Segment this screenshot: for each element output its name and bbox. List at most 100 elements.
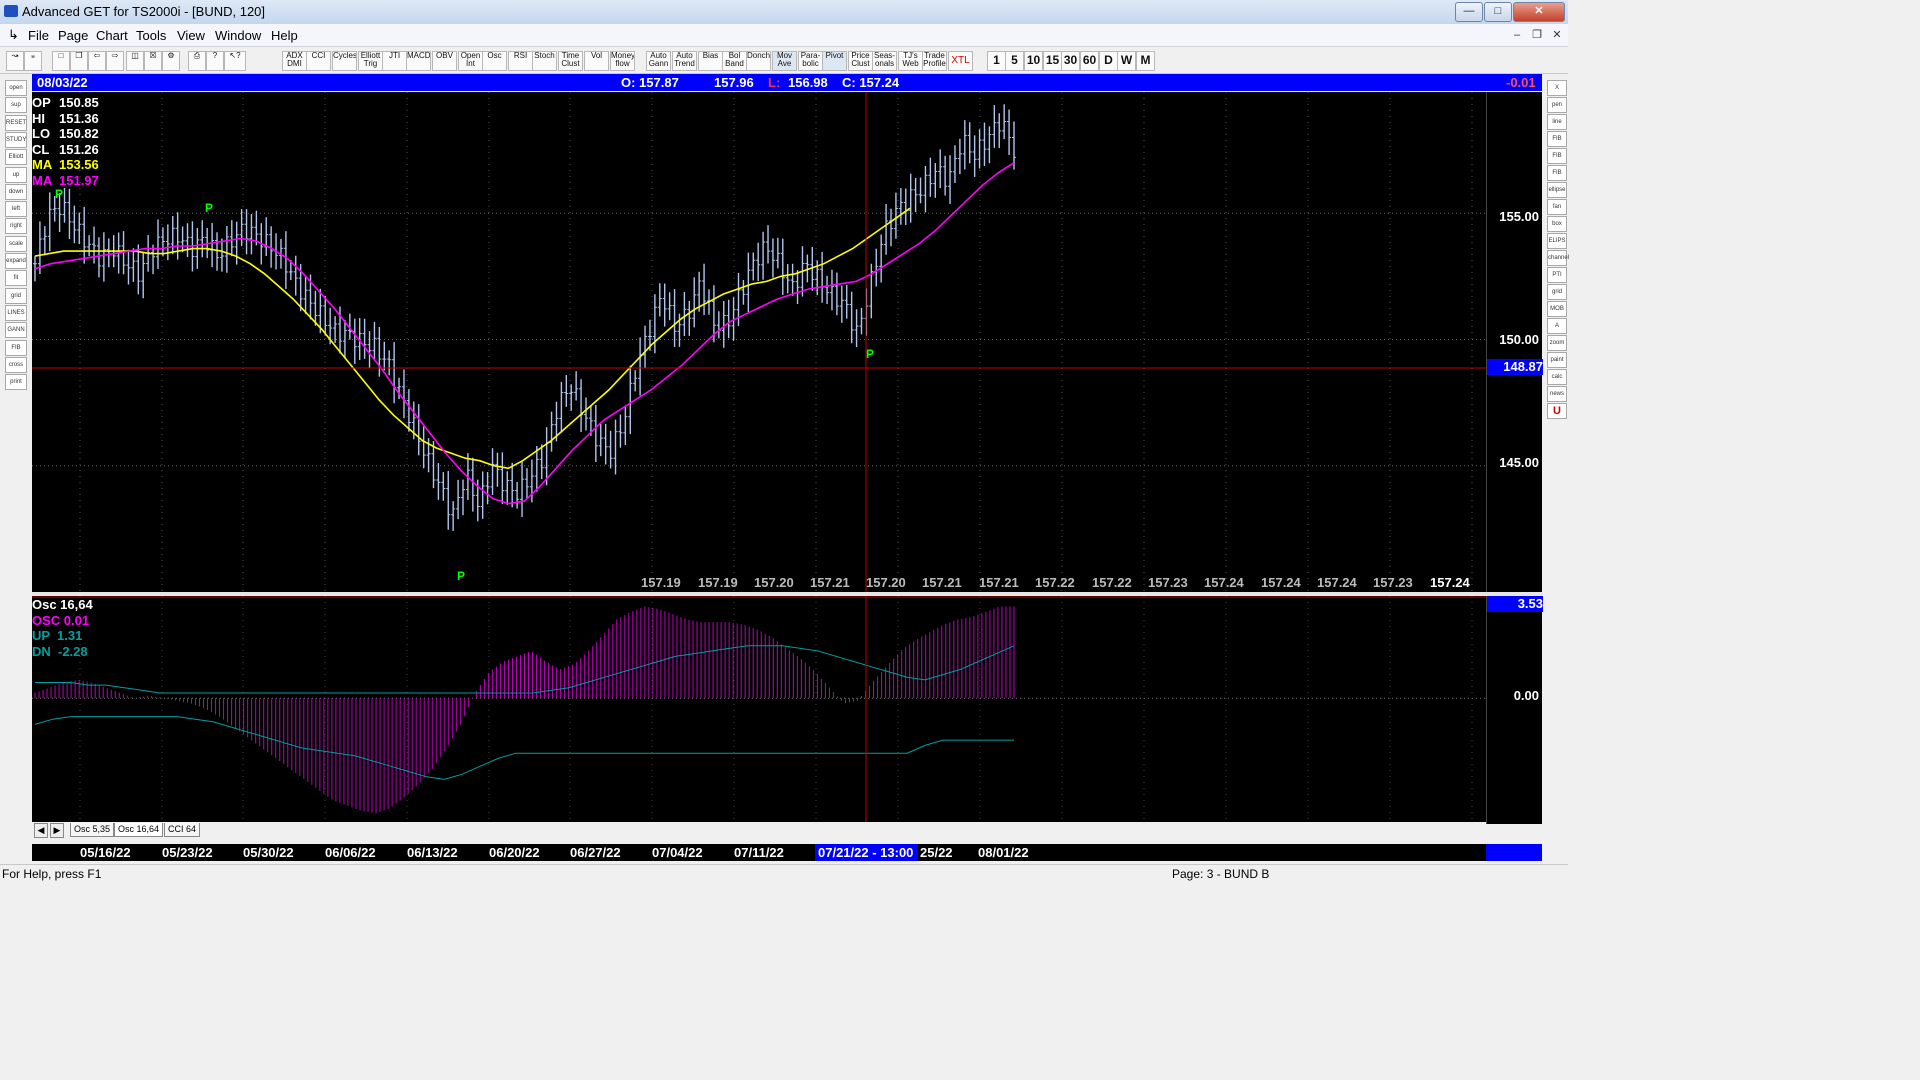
tool-expand-icon[interactable]: expand [5, 253, 27, 269]
tool-elliott-icon[interactable]: Elliott [5, 149, 27, 166]
study-button-pivot[interactable]: Pivot [822, 51, 847, 71]
interval-button-60[interactable]: 60 [1080, 51, 1099, 71]
tab-scroll-right-icon[interactable]: ▶ [50, 823, 64, 838]
interval-button-m[interactable]: M [1136, 51, 1155, 71]
interval-button-5[interactable]: 5 [1005, 51, 1024, 71]
draw-tool-mob-icon[interactable]: MOB [1547, 301, 1567, 317]
tool-fit-icon[interactable]: fit [5, 270, 27, 287]
tab-cci-64[interactable]: CCI 64 [164, 823, 201, 837]
pointer-icon[interactable]: ↝ [6, 51, 24, 71]
draw-tool-zoom-icon[interactable]: zoom [1547, 335, 1567, 351]
study-button-mov-ave[interactable]: Mov Ave [772, 51, 797, 71]
draw-tool-fib-ext-icon[interactable]: FIB EXT [1547, 148, 1567, 173]
forward-icon[interactable]: ⇨ [106, 51, 124, 71]
menu-window[interactable]: Window [215, 28, 261, 43]
interval-button-d[interactable]: D [1099, 51, 1118, 71]
menu-chart[interactable]: Chart [96, 28, 128, 43]
tool-lines-icon[interactable]: LINES [5, 304, 27, 321]
menu-tools[interactable]: Tools [136, 28, 166, 43]
tool-fib-icon[interactable]: FIB [5, 339, 27, 356]
interval-button-15[interactable]: 15 [1043, 51, 1062, 71]
oscillator-panel[interactable]: Osc 16,64 OSC 0.01 UP 1.31 DN -2.28 3.53 0.… [32, 596, 1543, 824]
draw-tool-channel-icon[interactable]: channel [1547, 250, 1569, 266]
tool-grid-icon[interactable]: grid [5, 287, 27, 304]
draw-tool-calc-icon[interactable]: calc [1547, 369, 1567, 385]
doc-icon[interactable]: ↳ [8, 27, 19, 43]
tool-right-icon[interactable]: right [5, 218, 27, 235]
study-button-xtl[interactable]: XTL [948, 51, 973, 71]
help-icon[interactable]: ? [206, 51, 224, 71]
osc-scale[interactable]: 3.53 0.00 [1486, 596, 1543, 824]
mdi-restore-button[interactable]: ❐ [1528, 27, 1546, 43]
settings-icon[interactable]: ⚙ [162, 51, 180, 71]
draw-tool-a-icon[interactable]: A [1547, 318, 1567, 334]
draw-tool-elips-icon[interactable]: ELIPS [1547, 233, 1567, 249]
tool-scale-icon[interactable]: scale [5, 235, 27, 252]
mdi-minimize-button[interactable]: – [1508, 27, 1526, 43]
study-button-stoch[interactable]: Stoch [532, 51, 557, 71]
quote-icon[interactable]: ” [24, 51, 42, 71]
close-button[interactable]: ✕ [1513, 2, 1565, 22]
tool-open-icon[interactable]: open [5, 80, 27, 96]
study-button-tj-s-web[interactable]: TJ's Web [898, 51, 923, 71]
draw-tool-grid-icon[interactable]: grid [1547, 284, 1567, 300]
draw-tool-x-icon[interactable]: X [1547, 80, 1567, 96]
tab-scroll-left-icon[interactable]: ◀ [34, 823, 48, 838]
draw-tool-fan-icon[interactable]: fan [1547, 199, 1567, 215]
draw-tool-news-icon[interactable]: news [1547, 386, 1567, 402]
price-chart-panel[interactable]: P P P P 157.19 157.19 157.20 157.21 157.20 157.21… [32, 92, 1543, 592]
tool-sup-icon[interactable]: sup [5, 97, 27, 114]
menu-file[interactable]: File [28, 28, 49, 43]
oscillator-chart[interactable] [32, 596, 1542, 824]
tool-down-icon[interactable]: down [5, 183, 27, 200]
tool-gann-icon[interactable]: GANN [5, 322, 27, 339]
study-button-osc[interactable]: Osc [482, 51, 507, 71]
tool-study-icon[interactable]: STUDY [5, 131, 27, 148]
draw-tool-pti-icon[interactable]: PTI [1547, 267, 1567, 283]
study-button-price-clust[interactable]: Price Clust [848, 51, 873, 71]
tool-reset-icon[interactable]: RESET [5, 114, 27, 131]
draw-tool-paint-icon[interactable]: paint [1547, 352, 1567, 368]
draw-tool-box-icon[interactable]: box [1547, 216, 1567, 232]
study-button-elliott-trig[interactable]: Elliott Trig [358, 51, 383, 71]
minimize-button[interactable]: — [1455, 2, 1483, 22]
draw-tool-ellipse-icon[interactable]: ellipse [1547, 182, 1567, 198]
maximize-button[interactable]: □ [1484, 2, 1512, 22]
tool-cross-icon[interactable]: cross [5, 356, 27, 373]
menu-help[interactable]: Help [271, 28, 298, 43]
menu-page[interactable]: Page [58, 28, 88, 43]
interval-button-w[interactable]: W [1117, 51, 1136, 71]
context-help-icon[interactable]: ↖? [224, 51, 246, 71]
interval-button-30[interactable]: 30 [1061, 51, 1080, 71]
price-chart[interactable]: P P P P 157.19 157.19 157.20 157.21 157.20 157.21… [32, 92, 1542, 592]
study-button-obv[interactable]: OBV [432, 51, 457, 71]
tool-up-icon[interactable]: up [5, 166, 27, 183]
tool-left-icon[interactable]: left [5, 201, 27, 218]
print-icon[interactable]: ⎙ [188, 51, 206, 71]
layout-icon[interactable]: ◫ [126, 51, 144, 71]
study-button-trade-profile[interactable]: Trade Profile [922, 51, 947, 71]
interval-button-10[interactable]: 10 [1024, 51, 1043, 71]
study-button-bol-band[interactable]: Bol Band [722, 51, 747, 71]
delete-icon[interactable]: ☒ [144, 51, 162, 71]
draw-tool-fib-ret-icon[interactable]: FIB RET [1547, 131, 1567, 156]
study-button-auto-trend[interactable]: Auto Trend [672, 51, 697, 71]
copy-icon[interactable]: ❐ [70, 51, 88, 71]
study-button-cci[interactable]: CCI [306, 51, 331, 71]
menu-view[interactable]: View [177, 28, 205, 43]
study-button-jti[interactable]: JTI [382, 51, 407, 71]
study-button-seas-onals[interactable]: Seas- onals [872, 51, 897, 71]
study-button-adx-dmi[interactable]: ADX DMI [282, 51, 307, 71]
back-icon[interactable]: ⇦ [88, 51, 106, 71]
new-page-icon[interactable]: □ [52, 51, 70, 71]
interval-button-1[interactable]: 1 [987, 51, 1006, 71]
tab-osc-5-35[interactable]: Osc 5,35 [70, 823, 115, 837]
study-button-time-clust[interactable]: Time Clust [558, 51, 583, 71]
date-axis[interactable]: 05/16/22 05/23/22 05/30/22 06/06/22 06/13/22… [32, 844, 1486, 861]
tab-osc-16-64[interactable]: Osc 16,64 [114, 823, 164, 837]
tool-print-icon[interactable]: print [5, 374, 27, 391]
draw-tool-u-icon[interactable]: U [1547, 403, 1567, 419]
mdi-close-button[interactable]: ✕ [1548, 27, 1566, 43]
price-scale[interactable]: 155.00 150.00 145.00 148.87 [1486, 92, 1543, 592]
study-button-rsi[interactable]: RSI [508, 51, 533, 71]
